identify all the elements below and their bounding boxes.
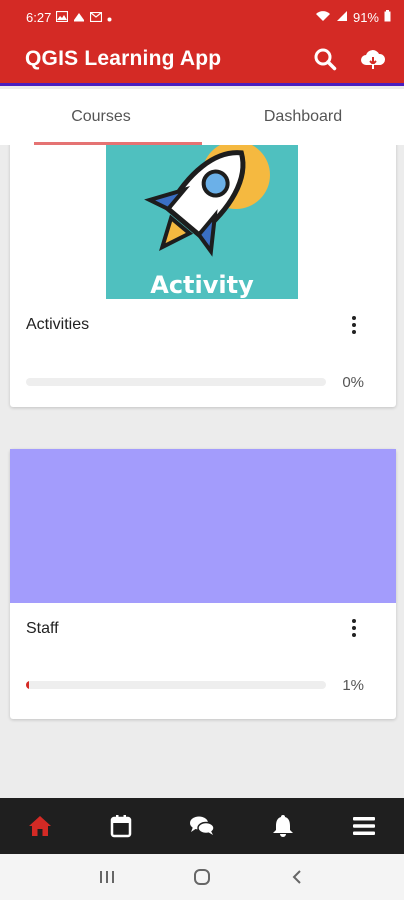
- search-icon: [314, 48, 337, 70]
- bottom-navigation: [0, 798, 404, 854]
- back-icon: [292, 870, 301, 884]
- home-icon: [29, 816, 52, 836]
- recent-apps-button[interactable]: [87, 857, 127, 897]
- course-image: Activity: [10, 145, 396, 299]
- progress-percent: 1%: [342, 677, 364, 694]
- home-circle-icon: [193, 869, 210, 885]
- nav-calendar-button[interactable]: [101, 806, 141, 846]
- calendar-icon: [110, 815, 132, 838]
- system-navigation: [0, 854, 404, 900]
- progress-fill: [26, 681, 29, 689]
- battery-percent: 91%: [352, 9, 379, 25]
- cloud-download-icon: [361, 49, 386, 69]
- course-title: Staff: [26, 620, 59, 637]
- more-options-button[interactable]: [344, 616, 364, 640]
- tab-dashboard-label: Dashboard: [263, 108, 343, 125]
- bell-icon: [272, 815, 293, 837]
- status-time: 6:27: [26, 9, 52, 25]
- tab-courses-label: Courses: [71, 108, 131, 125]
- dot-icon: [107, 10, 112, 25]
- nav-menu-button[interactable]: [344, 806, 384, 846]
- notification-icon: [73, 10, 85, 25]
- activity-banner: Activity: [106, 145, 298, 299]
- course-title: Activities: [26, 316, 90, 333]
- gallery-icon: [56, 10, 69, 25]
- more-vert-icon: [352, 316, 356, 320]
- more-options-button[interactable]: [344, 313, 364, 337]
- wifi-icon: [315, 10, 331, 25]
- app-title: QGIS Learning App: [25, 46, 222, 70]
- tab-courses[interactable]: Courses: [0, 89, 202, 145]
- recent-apps-icon: [100, 871, 115, 883]
- signal-icon: [336, 10, 348, 25]
- progress-bar: [26, 378, 326, 386]
- status-left: 6:27: [26, 10, 112, 25]
- app-bar: QGIS Learning App: [0, 34, 404, 86]
- progress-bar: [26, 681, 326, 689]
- activity-banner-text: Activity: [150, 271, 254, 299]
- menu-icon: [352, 817, 375, 835]
- nav-home-button[interactable]: [20, 806, 60, 846]
- progress-percent: 0%: [342, 374, 364, 391]
- status-bar: 6:27 91%: [0, 0, 404, 34]
- app-actions: [312, 46, 386, 72]
- status-right: 91%: [315, 9, 391, 25]
- nav-chat-button[interactable]: [182, 806, 222, 846]
- cloud-download-button[interactable]: [360, 46, 386, 72]
- back-button[interactable]: [277, 857, 317, 897]
- courses-list: Activity Activities 0% Staff 1%: [0, 145, 404, 798]
- course-card-activities[interactable]: Activity Activities 0%: [10, 145, 396, 407]
- course-card-staff[interactable]: Staff 1%: [10, 449, 396, 719]
- nav-notifications-button[interactable]: [263, 806, 303, 846]
- home-system-button[interactable]: [182, 857, 222, 897]
- tab-dashboard[interactable]: Dashboard: [202, 89, 404, 145]
- tab-bar: Courses Dashboard: [0, 89, 404, 145]
- chat-icon: [189, 816, 215, 835]
- battery-icon: [384, 9, 391, 25]
- more-vert-icon: [352, 619, 356, 623]
- mail-icon: [90, 10, 103, 25]
- search-button[interactable]: [312, 46, 338, 72]
- course-image: [10, 449, 396, 603]
